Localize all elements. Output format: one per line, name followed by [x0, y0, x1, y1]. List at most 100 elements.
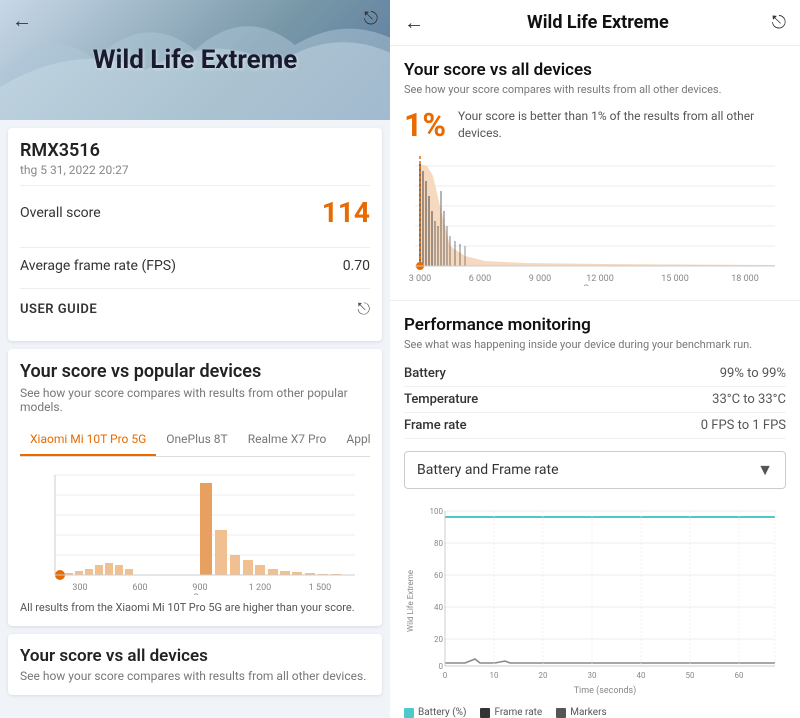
right-share-icon[interactable]: ⎋: [772, 12, 786, 33]
svg-text:15 000: 15 000: [661, 274, 689, 284]
bottom-chart-svg: Wild Life Extreme 100 80 60 40: [404, 501, 786, 696]
percentile-row: 1% Your score is better than 1% of the r…: [404, 106, 786, 144]
device-date: thg 5 31, 2022 20:27: [20, 163, 370, 177]
avg-frame-rate-value: 0.70: [343, 258, 370, 274]
svg-text:300: 300: [72, 583, 87, 593]
perf-title: Performance monitoring: [404, 315, 786, 335]
right-title: Wild Life Extreme: [527, 12, 669, 33]
perf-temp-label: Temperature: [404, 392, 478, 407]
right-body: Your score vs all devices See how your s…: [390, 46, 800, 718]
overall-score-value: 114: [322, 196, 370, 229]
left-share-icon[interactable]: ⎋: [364, 8, 378, 33]
bottom-chart-area: Wild Life Extreme 100 80 60 40: [404, 501, 786, 701]
legend-framerate: Frame rate: [480, 707, 542, 718]
overall-score-row: Overall score 114: [20, 185, 370, 239]
legend-markers-dot: [556, 708, 566, 718]
user-guide-label: USER GUIDE: [20, 302, 97, 317]
avg-frame-rate-label: Average frame rate (FPS): [20, 258, 176, 274]
avg-frame-rate-row: Average frame rate (FPS) 0.70: [20, 247, 370, 284]
device-card: RMX3516 thg 5 31, 2022 20:27 Overall sco…: [8, 128, 382, 341]
chart-type-dropdown[interactable]: Battery and Frame rate ▼: [404, 451, 786, 489]
tabs-row: Xiaomi Mi 10T Pro 5G OnePlus 8T Realme X…: [20, 424, 370, 457]
perf-framerate-row: Frame rate 0 FPS to 1 FPS: [404, 413, 786, 439]
bottom-section-sub: See how your score compares with results…: [20, 669, 370, 683]
app-container: ← ⎋ Wild Life Extreme RMX3516 thg 5 31, …: [0, 0, 800, 718]
svg-text:Score: Score: [584, 284, 607, 286]
svg-text:40: 40: [434, 603, 443, 612]
dist-chart-svg: 3 000 6 000 9 000 12 000 15 000 18 000 S…: [404, 156, 786, 286]
svg-text:Wild Life Extreme: Wild Life Extreme: [406, 570, 415, 632]
perf-framerate-label: Frame rate: [404, 418, 467, 433]
perf-battery-label: Battery: [404, 366, 446, 381]
left-back-icon[interactable]: ←: [12, 8, 32, 33]
svg-text:60: 60: [434, 571, 443, 580]
percentile-text: Your score is better than 1% of the resu…: [458, 108, 786, 142]
legend-battery-label: Battery (%): [418, 707, 466, 718]
legend-battery: Battery (%): [404, 707, 466, 718]
dist-chart-area: 3 000 6 000 9 000 12 000 15 000 18 000 S…: [404, 156, 786, 286]
tab-xiaomi[interactable]: Xiaomi Mi 10T Pro 5G: [20, 424, 156, 456]
svg-text:Score: Score: [194, 593, 217, 595]
left-content: RMX3516 thg 5 31, 2022 20:27 Overall sco…: [0, 120, 390, 718]
overall-score-label: Overall score: [20, 205, 101, 221]
hero-title: Wild Life Extreme: [93, 45, 298, 75]
svg-text:12 000: 12 000: [586, 274, 614, 284]
vs-all-title: Your score vs all devices: [404, 60, 786, 80]
perf-temp-value: 33°C to 33°C: [712, 392, 786, 407]
vs-all-sub: See how your score compares with results…: [404, 83, 786, 96]
svg-text:18 000: 18 000: [731, 274, 759, 284]
percentile-number: 1%: [404, 106, 446, 144]
legend-framerate-label: Frame rate: [494, 707, 542, 718]
right-header: ← Wild Life Extreme ⎋: [390, 0, 800, 46]
svg-text:9 000: 9 000: [529, 274, 551, 284]
svg-text:1 500: 1 500: [309, 583, 331, 593]
svg-text:Time (seconds): Time (seconds): [574, 685, 637, 696]
chevron-down-icon: ▼: [757, 460, 773, 480]
legend-battery-dot: [404, 708, 414, 718]
svg-text:60: 60: [735, 671, 744, 680]
perf-framerate-value: 0 FPS to 1 FPS: [701, 418, 786, 433]
svg-text:600: 600: [132, 583, 147, 593]
perf-battery-row: Battery 99% to 99%: [404, 361, 786, 387]
legend-markers: Markers: [556, 707, 606, 718]
tab-realme[interactable]: Realme X7 Pro: [238, 424, 337, 456]
svg-text:10: 10: [490, 671, 499, 680]
svg-text:20: 20: [539, 671, 548, 680]
hero-nav: ← ⎋: [0, 8, 390, 33]
dropdown-label: Battery and Frame rate: [417, 462, 559, 478]
perf-section: Performance monitoring See what was happ…: [390, 301, 800, 718]
svg-text:40: 40: [637, 671, 646, 680]
svg-text:100: 100: [430, 507, 444, 516]
svg-text:0: 0: [439, 662, 444, 671]
right-back-icon[interactable]: ←: [404, 10, 424, 35]
tab-oneplus[interactable]: OnePlus 8T: [156, 424, 237, 456]
svg-text:6 000: 6 000: [469, 274, 491, 284]
svg-text:1 200: 1 200: [249, 583, 271, 593]
bottom-section-title: Your score vs all devices: [20, 646, 370, 666]
left-panel: ← ⎋ Wild Life Extreme RMX3516 thg 5 31, …: [0, 0, 390, 718]
legend-markers-label: Markers: [570, 707, 606, 718]
popular-devices-card: Your score vs popular devices See how yo…: [8, 349, 382, 626]
svg-text:20: 20: [434, 635, 443, 644]
popular-section-title: Your score vs popular devices: [20, 361, 370, 382]
legend-framerate-dot: [480, 708, 490, 718]
device-name: RMX3516: [20, 140, 370, 161]
bar-chart-svg: 300 600 900 1 200 1 500 Score: [20, 465, 370, 595]
svg-text:0: 0: [443, 671, 448, 680]
svg-text:50: 50: [686, 671, 695, 680]
perf-temp-row: Temperature 33°C to 33°C: [404, 387, 786, 413]
svg-text:80: 80: [434, 539, 443, 548]
user-guide-share-icon[interactable]: ⎋: [357, 299, 370, 319]
tab-apple[interactable]: Apple iF: [336, 424, 370, 456]
bottom-section-card: Your score vs all devices See how your s…: [8, 634, 382, 695]
perf-sub: See what was happening inside your devic…: [404, 338, 786, 351]
chart-note: All results from the Xiaomi Mi 10T Pro 5…: [20, 601, 370, 614]
svg-text:30: 30: [588, 671, 597, 680]
user-guide-row[interactable]: USER GUIDE ⎋: [20, 288, 370, 329]
svg-text:3 000: 3 000: [409, 274, 431, 284]
hero-section: ← ⎋ Wild Life Extreme: [0, 0, 390, 120]
bar-chart-area: 300 600 900 1 200 1 500 Score: [20, 465, 370, 595]
perf-battery-value: 99% to 99%: [720, 366, 786, 381]
svg-text:900: 900: [192, 583, 207, 593]
vs-all-section: Your score vs all devices See how your s…: [390, 46, 800, 301]
